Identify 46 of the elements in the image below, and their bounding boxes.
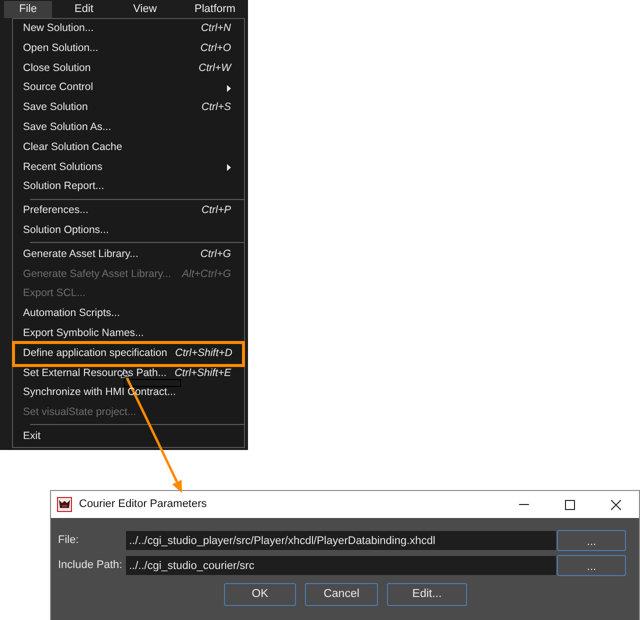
submenu-arrow-icon bbox=[227, 164, 231, 171]
submenu-arrow-icon bbox=[227, 84, 231, 92]
menu-item[interactable]: Save Solution Ctrl+S bbox=[13, 98, 244, 118]
minimize-icon bbox=[519, 504, 529, 505]
browse-button[interactable]: ... bbox=[557, 530, 626, 551]
menubar-item[interactable]: Platform bbox=[185, 1, 245, 18]
menubar-item[interactable]: File bbox=[4, 1, 52, 18]
close-icon bbox=[611, 500, 621, 510]
dialog-button[interactable]: Cancel bbox=[305, 583, 378, 606]
path-field[interactable]: ../../cgi_studio_courier/src bbox=[126, 556, 556, 575]
shortcut-text: Ctrl+O bbox=[199, 40, 231, 56]
tooltip-frame bbox=[124, 379, 181, 387]
menu-item[interactable]: Recent Solutions bbox=[13, 158, 244, 178]
menu-item[interactable]: Clear Solution Cache bbox=[13, 138, 244, 158]
menu-item[interactable]: New Solution... Ctrl+N bbox=[13, 19, 244, 39]
app-logo-icon bbox=[57, 497, 72, 512]
menu-item[interactable]: Save Solution As... bbox=[13, 118, 244, 138]
menu-item[interactable]: Automation Scripts... bbox=[13, 304, 244, 324]
shortcut-text: Ctrl+P bbox=[200, 203, 231, 218]
field-label: File: bbox=[58, 534, 80, 547]
menubar-item[interactable]: Edit bbox=[60, 1, 108, 18]
menu-item[interactable]: Solution Report... bbox=[13, 177, 244, 198]
shortcut-text: Ctrl+G bbox=[199, 246, 231, 262]
menu-item[interactable]: Preferences... Ctrl+P bbox=[13, 201, 244, 221]
shortcut-text: Ctrl+N bbox=[200, 21, 231, 36]
window-title: Courier Editor Parameters bbox=[79, 497, 207, 512]
shortcut-text: Ctrl+W bbox=[198, 60, 231, 76]
maximize-icon bbox=[565, 500, 575, 510]
menu-item[interactable]: Export Symbolic Names... bbox=[13, 324, 244, 344]
shortcut-text: Ctrl+S bbox=[200, 100, 231, 116]
shortcut-text: Ctrl+Shift+D bbox=[174, 346, 232, 361]
dialog-button[interactable]: Edit... bbox=[387, 583, 467, 606]
menu-item[interactable]: Define application specification Ctrl+Shift+D bbox=[15, 344, 242, 364]
path-field[interactable]: ../../cgi_studio_player/src/Player/xhcdl/PlayerDatabinding.xhcdl bbox=[126, 531, 556, 550]
menu-item[interactable]: Close Solution Ctrl+W bbox=[13, 58, 244, 78]
field-label: Include Path: bbox=[58, 559, 124, 572]
menu-item[interactable]: Open Solution... Ctrl+O bbox=[13, 38, 244, 59]
menu-item[interactable]: Exit bbox=[13, 426, 244, 447]
menu-item[interactable]: Source Control bbox=[13, 78, 244, 98]
browse-button[interactable]: ... bbox=[557, 555, 626, 576]
shortcut-text: Ctrl+Shift+E bbox=[174, 366, 232, 381]
menu-item[interactable]: Solution Options... bbox=[13, 220, 244, 241]
menubar-item[interactable]: View bbox=[121, 1, 169, 18]
menu-item[interactable]: Generate Asset Library... Ctrl+G bbox=[13, 244, 244, 265]
dialog-button[interactable]: OK bbox=[224, 583, 296, 606]
shortcut-text: Alt+Ctrl+G bbox=[180, 266, 231, 282]
